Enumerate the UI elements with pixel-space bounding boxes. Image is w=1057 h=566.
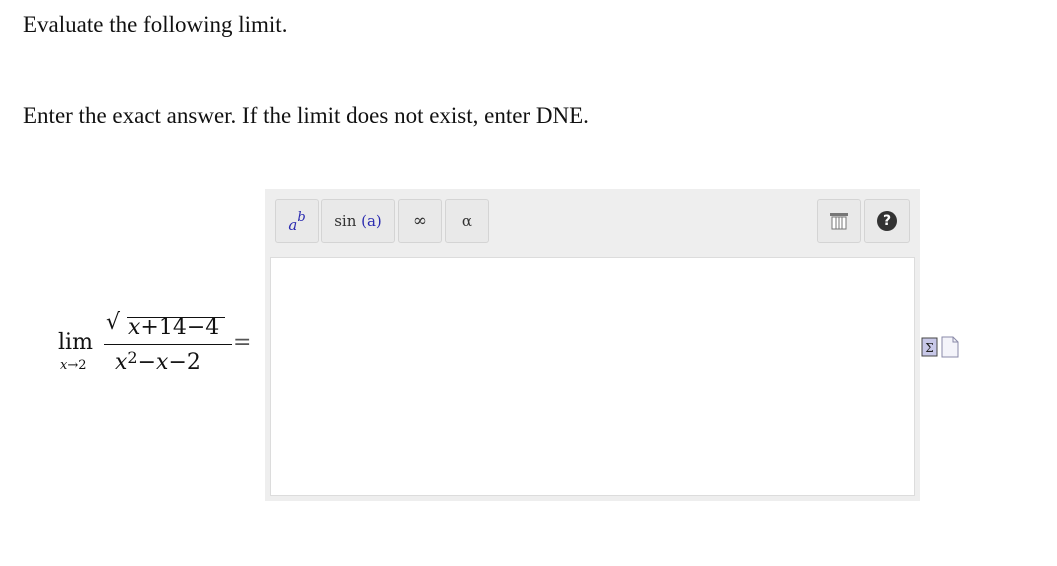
svg-text:Σ: Σ bbox=[925, 341, 933, 355]
infinity-button[interactable]: ∞ bbox=[398, 199, 442, 243]
equals-sign: = bbox=[233, 330, 252, 355]
power-button[interactable]: ab bbox=[275, 199, 319, 243]
table-icon bbox=[830, 213, 848, 230]
sqrt-symbol: √ bbox=[106, 310, 121, 335]
side-icons: Σ bbox=[921, 333, 961, 361]
document-icon[interactable] bbox=[941, 336, 959, 358]
numerator: x+14−4 bbox=[128, 315, 220, 340]
limit-expression: lim x→2 √ x+14−4 x2−x−2 = bbox=[58, 310, 258, 390]
help-button[interactable]: ? bbox=[864, 199, 910, 243]
alpha-button[interactable]: α bbox=[445, 199, 489, 243]
math-editor: ab sin (a) ∞ α ? bbox=[265, 189, 920, 501]
table-button[interactable] bbox=[817, 199, 861, 243]
help-icon: ? bbox=[877, 211, 897, 231]
power-icon: ab bbox=[288, 210, 306, 234]
answer-input[interactable] bbox=[270, 257, 915, 496]
sin-button[interactable]: sin (a) bbox=[321, 199, 395, 243]
instruction-evaluate: Evaluate the following limit. bbox=[23, 12, 288, 37]
equation-editor-icon[interactable]: Σ bbox=[921, 337, 938, 357]
denominator: x2−x−2 bbox=[115, 348, 201, 375]
instruction-enter-exact: Enter the exact answer. If the limit doe… bbox=[23, 103, 589, 128]
fraction-bar bbox=[104, 344, 232, 345]
lim-subscript: x→2 bbox=[60, 358, 87, 373]
lim-operator: lim bbox=[58, 330, 93, 355]
editor-toolbar: ab sin (a) ∞ α ? bbox=[265, 189, 920, 253]
